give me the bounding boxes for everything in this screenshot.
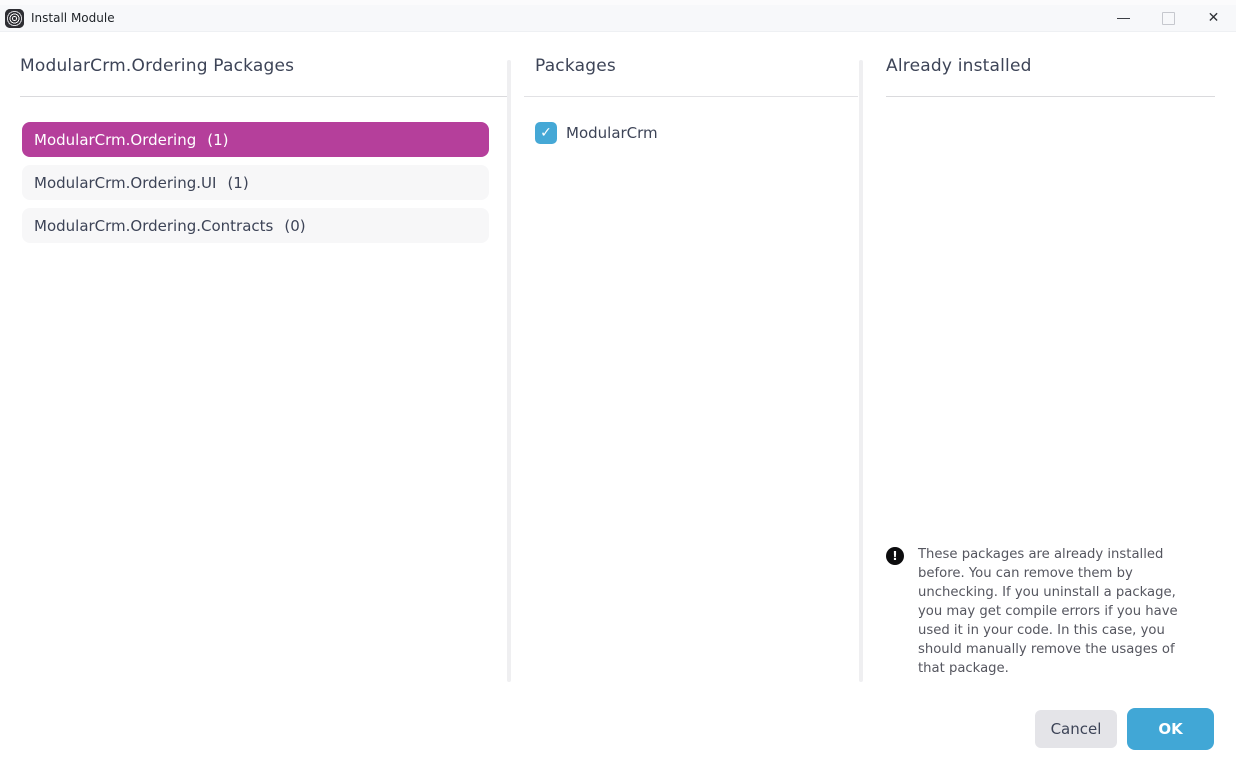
package-checkbox[interactable]: ✓ <box>535 122 557 144</box>
maximize-icon <box>1162 12 1175 25</box>
dialog-titlebar: Install Module ✕ <box>0 5 1236 32</box>
concentric-rings-icon <box>5 9 24 28</box>
close-button[interactable]: ✕ <box>1191 5 1236 31</box>
packages-column-header: Packages <box>524 56 858 97</box>
minimize-icon <box>1117 18 1130 19</box>
modules-column: ModularCrm.Ordering Packages ModularCrm.… <box>20 56 508 251</box>
minimize-button[interactable] <box>1101 5 1146 31</box>
module-item-ordering-ui[interactable]: ModularCrm.Ordering.UI (1) <box>22 165 489 200</box>
dialog-title: Install Module <box>31 11 115 25</box>
modules-column-header: ModularCrm.Ordering Packages <box>20 56 508 97</box>
already-installed-column: Already installed <box>886 56 1215 97</box>
maximize-button[interactable] <box>1146 5 1191 31</box>
alert-icon: ! <box>886 547 904 565</box>
checkmark-icon: ✓ <box>540 126 552 140</box>
module-item-count: (1) <box>227 174 248 192</box>
packages-column: Packages ✓ ModularCrm <box>524 56 858 144</box>
close-icon: ✕ <box>1208 11 1220 25</box>
cancel-button[interactable]: Cancel <box>1035 710 1117 748</box>
module-item-ordering[interactable]: ModularCrm.Ordering (1) <box>22 122 489 157</box>
module-item-label: ModularCrm.Ordering.UI <box>34 174 216 192</box>
install-module-dialog: Welcome ✕ ModularCrm Readme ✕ Install Mo… <box>0 0 1236 766</box>
module-item-label: ModularCrm.Ordering.Contracts <box>34 217 273 235</box>
module-item-count: (0) <box>284 217 305 235</box>
already-installed-header: Already installed <box>886 56 1215 97</box>
package-row-modularcrm[interactable]: ✓ ModularCrm <box>535 122 858 144</box>
app-logo-icon <box>5 9 24 28</box>
column-divider <box>507 60 511 682</box>
ok-button[interactable]: OK <box>1127 708 1214 750</box>
module-list: ModularCrm.Ordering (1) ModularCrm.Order… <box>20 122 508 243</box>
already-installed-note-text: These packages are already installed bef… <box>918 545 1199 678</box>
module-item-count: (1) <box>207 131 228 149</box>
module-item-label: ModularCrm.Ordering <box>34 131 196 149</box>
package-label: ModularCrm <box>566 124 658 142</box>
module-item-ordering-contracts[interactable]: ModularCrm.Ordering.Contracts (0) <box>22 208 489 243</box>
column-divider <box>859 60 863 682</box>
background-tab-text: Welcome ✕ ModularCrm Readme ✕ <box>158 0 522 3</box>
window-controls: ✕ <box>1101 5 1236 31</box>
already-installed-note: ! These packages are already installed b… <box>886 545 1201 678</box>
